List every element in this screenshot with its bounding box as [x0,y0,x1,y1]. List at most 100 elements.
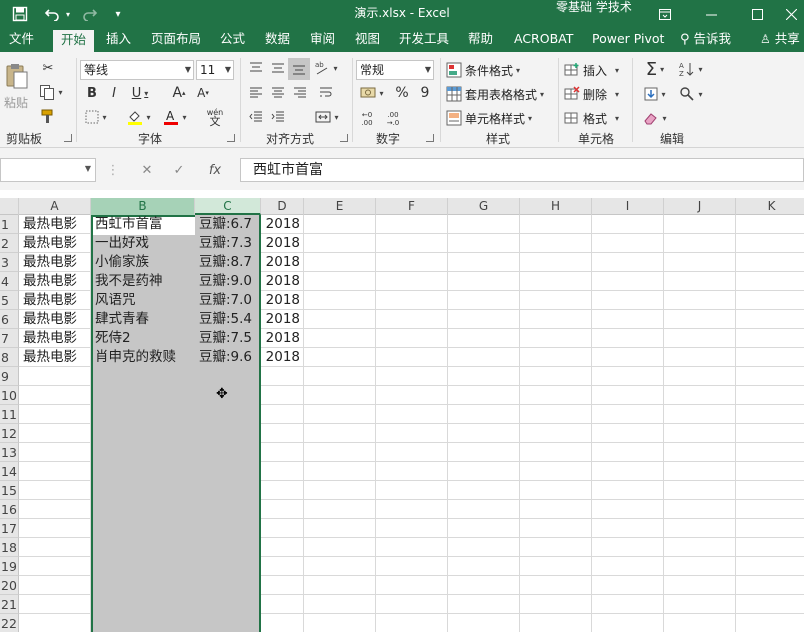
paste-label[interactable]: 粘贴 [4,94,28,111]
worksheet-grid[interactable]: A B C D E F G H I J K 1 2 3 4 5 6 7 8 9 10 11 12 13 1… [0,190,804,632]
orientation-icon[interactable]: ab ▾ [314,58,338,78]
underline-icon[interactable]: U ▾ [128,84,152,102]
column-header-g[interactable]: G [448,198,520,215]
formula-input[interactable]: 西虹市首富 [240,158,804,182]
find-select-icon[interactable]: ▾ [676,84,706,104]
cell-d3[interactable]: 2018 [261,253,300,272]
delete-cells-button[interactable]: 删除 ▾ [564,84,619,104]
cell-c8[interactable]: 豆瓣:9.6 [199,348,252,367]
number-launcher-icon[interactable] [426,134,434,142]
bold-icon[interactable]: B [84,84,100,102]
row-header[interactable]: 10 [0,386,19,405]
cell-b8[interactable]: 肖申克的救赎 [95,348,176,367]
customize-toolbar-icon[interactable]: ▾ [110,0,126,28]
cell-c4[interactable]: 豆瓣:9.0 [199,272,252,291]
column-header-b[interactable]: B [91,198,195,215]
cell-b7[interactable]: 死侍2 [95,329,131,348]
redo-icon[interactable] [80,0,100,28]
cell-b1[interactable]: 西虹市首富 [95,215,163,234]
row-header[interactable]: 14 [0,462,19,481]
number-format-select[interactable]: 常规 ▼ [356,60,434,80]
row-header[interactable]: 5 [0,291,19,310]
paste-icon[interactable] [4,60,30,92]
row-header[interactable]: 21 [0,595,19,614]
row-header[interactable]: 20 [0,576,19,595]
fill-icon[interactable]: ▾ [640,84,670,104]
increase-indent-icon[interactable] [268,108,288,126]
tab-data[interactable]: 数据 [265,28,290,52]
tab-file[interactable]: 文件 [9,28,34,52]
row-header[interactable]: 9 [0,367,19,386]
insert-cells-button[interactable]: 插入 ▾ [564,60,619,80]
row-header[interactable]: 22 [0,614,19,632]
cell-c2[interactable]: 豆瓣:7.3 [199,234,252,253]
grow-font-icon[interactable]: A ▴ [170,84,188,102]
tab-developer[interactable]: 开发工具 [399,28,449,52]
row-header[interactable]: 7 [0,329,19,348]
tab-view[interactable]: 视图 [355,28,380,52]
accounting-format-icon[interactable]: ▾ [356,84,388,102]
undo-icon[interactable] [42,0,62,28]
row-header[interactable]: 4 [0,272,19,291]
column-header-k[interactable]: K [736,198,804,215]
maximize-icon[interactable] [734,0,780,28]
row-header[interactable]: 17 [0,519,19,538]
format-painter-icon[interactable] [38,106,58,126]
cell-d4[interactable]: 2018 [261,272,300,291]
cell-b3[interactable]: 小偷家族 [95,253,149,272]
borders-icon[interactable]: ▾ [82,108,110,126]
row-header[interactable]: 3 [0,253,19,272]
row-header[interactable]: 12 [0,424,19,443]
copy-icon[interactable]: ▾ [38,82,64,102]
row-header[interactable]: 1 [0,215,19,234]
cell-c7[interactable]: 豆瓣:7.5 [199,329,252,348]
cell-b4[interactable]: 我不是药神 [95,272,163,291]
cell-d1[interactable]: 2018 [261,215,300,234]
align-right-icon[interactable] [290,84,310,102]
cell-a4[interactable]: 最热电影 [23,272,77,291]
cancel-icon[interactable]: ✕ [134,158,160,182]
bottom-align-icon[interactable] [288,58,310,80]
cell-d2[interactable]: 2018 [261,234,300,253]
cell-d8[interactable]: 2018 [261,348,300,367]
middle-align-icon[interactable] [268,58,288,78]
cell-c6[interactable]: 豆瓣:5.4 [199,310,252,329]
merge-center-icon[interactable]: ▾ [312,108,342,126]
fill-color-icon[interactable]: ▾ [124,108,154,126]
cut-icon[interactable]: ✂ [38,58,58,78]
comma-style-icon[interactable]: 9 [416,84,434,102]
tab-formulas[interactable]: 公式 [220,28,245,52]
row-header[interactable]: 19 [0,557,19,576]
cell-a2[interactable]: 最热电影 [23,234,77,253]
cell-d6[interactable]: 2018 [261,310,300,329]
row-header[interactable]: 2 [0,234,19,253]
tab-help[interactable]: 帮助 [468,28,493,52]
font-launcher-icon[interactable] [227,134,235,142]
align-center-icon[interactable] [268,84,288,102]
cell-c5[interactable]: 豆瓣:7.0 [199,291,252,310]
cell-c3[interactable]: 豆瓣:8.7 [199,253,252,272]
tab-insert[interactable]: 插入 [106,28,131,52]
select-all-corner[interactable] [0,198,19,215]
row-header[interactable]: 18 [0,538,19,557]
undo-dropdown-icon[interactable]: ▾ [64,0,72,28]
account-name[interactable]: 零基础 学技术 [556,0,632,28]
insert-function-icon[interactable]: fx [200,158,230,182]
clear-icon[interactable]: ▾ [640,108,670,128]
enter-icon[interactable]: ✓ [166,158,192,182]
autosum-icon[interactable]: Σ ▾ [640,58,670,80]
decrease-indent-icon[interactable] [246,108,266,126]
tab-review[interactable]: 审阅 [310,28,335,52]
top-align-icon[interactable] [246,58,266,78]
alignment-launcher-icon[interactable] [340,134,348,142]
tell-me-box[interactable]: ⚲ 告诉我 [680,28,731,52]
tab-page-layout[interactable]: 页面布局 [151,28,201,52]
column-header-h[interactable]: H [520,198,592,215]
cell-a3[interactable]: 最热电影 [23,253,77,272]
cell-b2[interactable]: 一出好戏 [95,234,149,253]
sort-filter-icon[interactable]: A Z ▾ [676,58,706,80]
shrink-font-icon[interactable]: A ▾ [194,84,212,102]
decrease-decimal-icon[interactable]: .00 →.0 [382,108,404,130]
wrap-text-icon[interactable] [316,84,336,102]
save-icon[interactable] [10,0,30,28]
